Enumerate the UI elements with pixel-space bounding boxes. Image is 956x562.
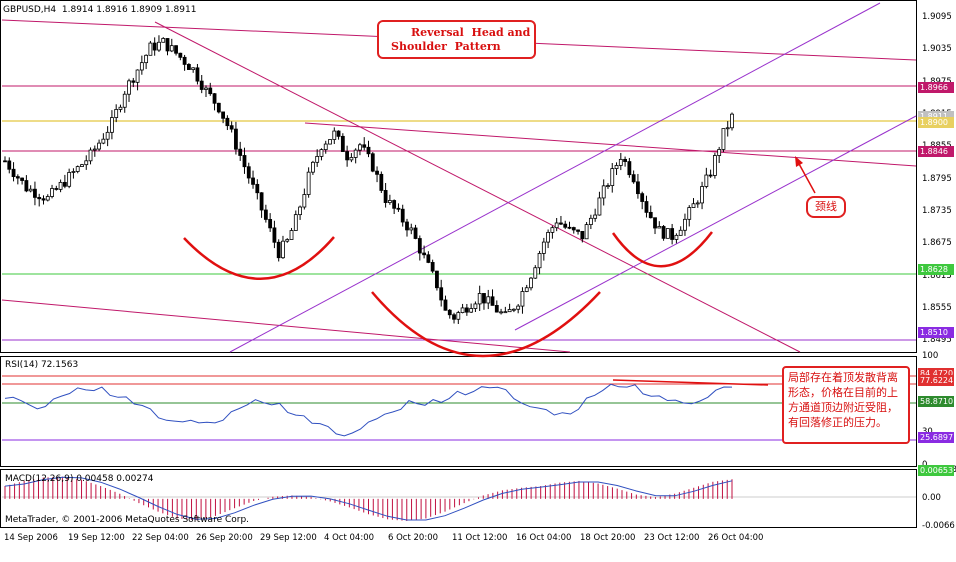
candle [306,167,311,198]
candle [148,40,153,56]
price-tick-label: 1.8555 [922,302,952,313]
candle [661,225,666,241]
price-level-tag: 1.8628 [918,263,954,275]
macd-tick-label: 0.00 [922,492,941,503]
time-tick-label: 26 Oct 04:00 [708,533,764,543]
chart-symbol-info: GBPUSD,H4 1.8914 1.8916 1.8909 1.8911 [3,5,197,15]
time-tick-label: 16 Oct 04:00 [516,533,572,543]
rsi-tick-label: 100 [922,351,939,361]
price-level-tag: 1.8900 [918,117,954,129]
candle [370,152,375,173]
pattern-title-line1: Reversal Head and [411,26,531,39]
candle [340,133,345,152]
rsi-level-tag: 77.6224 [918,375,954,387]
rsi-level-tag: 58.8710 [918,395,954,407]
pattern-title-callout: Reversal Head and Shoulder Pattern [377,20,536,59]
time-tick-label: 26 Sep 20:00 [196,533,253,543]
time-tick-label: 6 Oct 20:00 [388,533,439,543]
candle [712,152,717,179]
time-tick-label: 14 Sep 2006 [4,533,58,543]
time-tick-label: 19 Sep 12:00 [68,533,125,543]
price-tick-label: 1.8735 [922,206,952,216]
copyright-text: MetaTrader, © 2001-2006 MetaQuotes Softw… [5,515,250,525]
macd-level-tag: 0.00653 [918,465,954,476]
rsi-divergence-note: 局部存在着顶发散背离形态，价格在目前的上方通道顶边附近受阻，有回落修正的压力。 [782,366,910,444]
price-tick-label: 1.8675 [922,238,952,249]
time-tick-label: 4 Oct 04:00 [324,533,375,543]
macd-tick-label: -0.0066 [922,521,955,531]
rsi-label: RSI(14) 72.1563 [5,360,79,370]
rsi-level-tag: 25.6897 [918,431,954,443]
candle [379,171,384,194]
price-level-tag: 1.8846 [918,146,954,158]
candle [435,270,439,291]
candle [584,222,589,240]
time-tick-label: 18 Oct 20:00 [580,533,636,543]
price-level-tag: 1.8966 [918,81,954,93]
candle [328,139,332,145]
candle [186,63,191,70]
time-tick-label: 22 Sep 04:00 [132,533,189,543]
candle [216,102,221,114]
time-tick-label: 11 Oct 12:00 [452,533,508,543]
rsi-panel-frame [0,356,917,467]
candle [80,163,84,167]
price-tick-label: 1.9095 [922,12,952,23]
candle [665,228,670,239]
time-tick-label: 23 Oct 12:00 [644,533,700,543]
macd-label: MACD(12,26,9) 0.00458 0.00274 [5,474,154,484]
neckline-label: 颈线 [806,196,846,218]
pattern-title-line2: Shoulder Pattern [391,40,501,53]
time-tick-label: 29 Sep 12:00 [260,533,317,543]
candle [721,128,726,153]
candle [730,112,734,131]
price-tick-label: 1.8795 [922,173,952,184]
price-tick-label: 1.9035 [922,44,952,55]
price-level-tag: 1.8510 [918,327,954,339]
